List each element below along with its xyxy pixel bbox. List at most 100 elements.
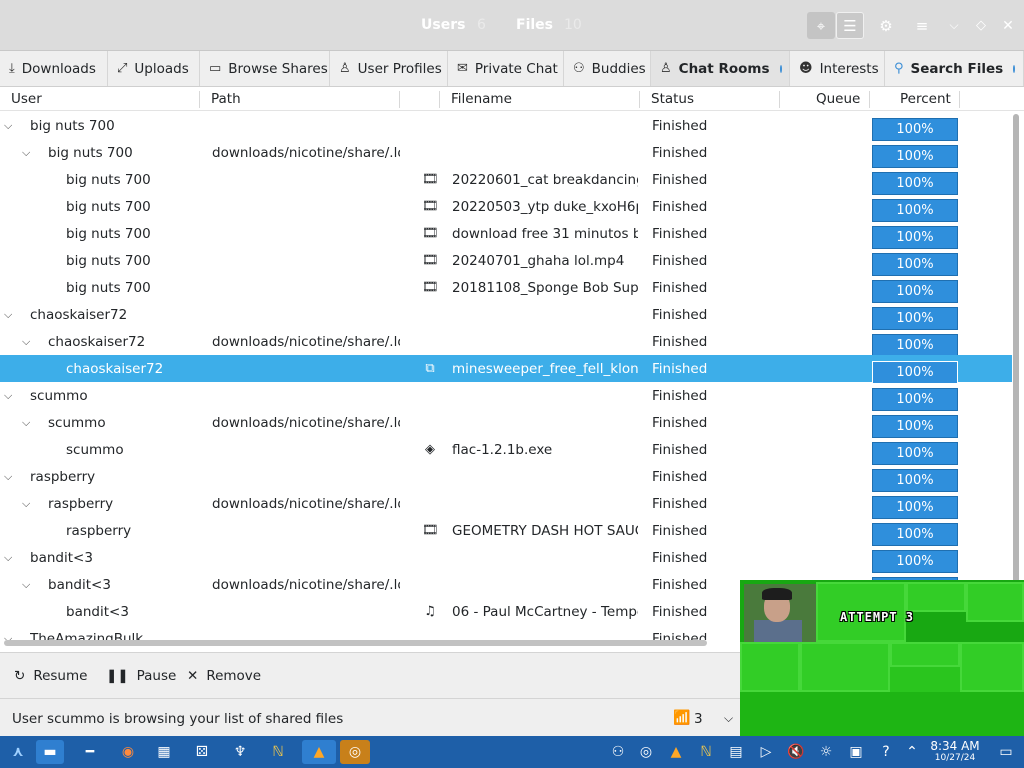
- column-separator[interactable]: [439, 91, 440, 108]
- expander-icon[interactable]: ⌵: [4, 389, 12, 403]
- cell-path: downloads/nicotine/share/.local/: [212, 145, 400, 161]
- help-icon[interactable]: ?: [874, 740, 898, 764]
- column-filename[interactable]: Filename: [451, 91, 512, 107]
- column-separator[interactable]: [869, 91, 870, 108]
- menu-icon[interactable]: ≡: [908, 12, 936, 39]
- column-separator[interactable]: [959, 91, 960, 108]
- table-row[interactable]: ⌵ scummo downloads/nicotine/share/.local/F…: [0, 409, 1012, 438]
- tab-chat-rooms[interactable]: ♙ Chat Rooms: [651, 51, 790, 86]
- cell-status: Finished: [652, 604, 708, 620]
- expander-icon[interactable]: ⌵: [22, 497, 30, 511]
- chevron-up-icon[interactable]: ⌃: [900, 740, 924, 764]
- column-percent[interactable]: Percent: [900, 91, 951, 107]
- pause-button[interactable]: ❚❚ Pause: [106, 668, 176, 684]
- media-play-icon[interactable]: ▷: [754, 740, 778, 764]
- remove-button[interactable]: ✕ Remove: [187, 668, 261, 684]
- start-menu-icon[interactable]: ⋏: [6, 740, 30, 764]
- vlc-tray-icon[interactable]: ▲: [664, 740, 688, 764]
- calculator-icon[interactable]: ▦: [152, 740, 176, 764]
- tab-downloads[interactable]: ⤓ Downloads: [0, 51, 108, 86]
- tab-interests[interactable]: ☻ Interests: [790, 51, 885, 86]
- expander-icon[interactable]: ⌵: [4, 632, 12, 640]
- tab-search-files[interactable]: ⚲ Search Files: [885, 51, 1024, 86]
- table-row[interactable]: big nuts 700 🎞 20181108_Sponge Bob Super Fi…: [0, 274, 1012, 303]
- column-queue[interactable]: Queue: [816, 91, 860, 107]
- expander-icon[interactable]: ⌵: [22, 146, 30, 160]
- table-row[interactable]: big nuts 700 🎞 20240701_ghaha lol.mp4 Finis…: [0, 247, 1012, 276]
- game-icon[interactable]: ⚄: [190, 740, 214, 764]
- horizontal-scrollbar[interactable]: [4, 640, 707, 646]
- vertical-scrollbar[interactable]: [1013, 114, 1019, 634]
- cell-filename: GEOMETRY DASH HOT SAUCE: [452, 523, 638, 539]
- tab-buddies[interactable]: ⚇ Buddies: [564, 51, 651, 86]
- list-icon[interactable]: ☰: [836, 12, 864, 39]
- column-separator[interactable]: [639, 91, 640, 108]
- table-row[interactable]: raspberry 🎞 GEOMETRY DASH HOT SAUCE Finishe…: [0, 517, 1012, 546]
- close-icon[interactable]: ✕: [994, 12, 1022, 39]
- column-separator[interactable]: [199, 91, 200, 108]
- table-row[interactable]: ⌵ big nuts 700 downloads/nicotine/share/.l…: [0, 139, 1012, 168]
- table-row[interactable]: ⌵ chaoskaiser72 downloads/nicotine/share/.…: [0, 328, 1012, 357]
- table-row[interactable]: ⌵ scummo Finished 100%: [0, 382, 1012, 411]
- nicotine-tray-icon[interactable]: ℕ: [694, 740, 718, 764]
- column-status[interactable]: Status: [651, 91, 694, 107]
- header-bar: Users 6 Files 10 ⌖ ☰ ⚙ ≡ ⌵ ◇ ✕: [0, 0, 1024, 51]
- table-row[interactable]: big nuts 700 🎞 20220503_ytp duke_kxoH6pfX F…: [0, 193, 1012, 222]
- column-path[interactable]: Path: [211, 91, 241, 107]
- table-row[interactable]: big nuts 700 🎞 20220601_cat breakdancing f…: [0, 166, 1012, 195]
- table-row[interactable]: ⌵ bandit<3 Finished 100%: [0, 544, 1012, 573]
- tab-browse-shares[interactable]: ▭ Browse Shares: [200, 51, 330, 86]
- tab-label: Interests: [819, 60, 879, 77]
- tab-label: Downloads: [21, 60, 96, 77]
- expander-icon[interactable]: ⌵: [4, 470, 12, 484]
- progress-bar: 100%: [872, 388, 958, 411]
- table-row[interactable]: ⌵ raspberry Finished 100%: [0, 463, 1012, 492]
- resume-button[interactable]: ↻ Resume: [14, 668, 87, 684]
- progress-bar: 100%: [872, 199, 958, 222]
- minimize-icon[interactable]: ⌵: [940, 12, 968, 39]
- table-row[interactable]: scummo ◈ flac-1.2.1b.exe Finished 100%: [0, 436, 1012, 465]
- expander-icon[interactable]: ⌵: [4, 308, 12, 322]
- clipboard-icon[interactable]: ▤: [724, 740, 748, 764]
- clock[interactable]: 8:34 AM 10/27/24: [924, 739, 986, 763]
- vlc-app-icon[interactable]: ▲: [302, 740, 336, 764]
- table-row[interactable]: ⌵ big nuts 700 Finished 100%: [0, 112, 1012, 141]
- table-row[interactable]: big nuts 700 🎞 download free 31 minutos bo…: [0, 220, 1012, 249]
- tab-user-profiles[interactable]: ♙ User Profiles: [330, 51, 448, 86]
- obs-tray-icon[interactable]: ◎: [634, 740, 658, 764]
- settings-icon[interactable]: ⚙: [872, 12, 900, 39]
- table-row[interactable]: chaoskaiser72 ⧉ minesweeper_free_fell_klon…: [0, 355, 1012, 384]
- firefox-icon[interactable]: ◉: [116, 740, 140, 764]
- column-separator[interactable]: [779, 91, 780, 108]
- maximize-icon[interactable]: ◇: [967, 12, 995, 39]
- column-user[interactable]: User: [11, 91, 42, 107]
- terminal-icon[interactable]: ━: [78, 740, 102, 764]
- column-separator[interactable]: [399, 91, 400, 108]
- tab-uploads[interactable]: ⤢ Uploads: [108, 51, 200, 86]
- table-row[interactable]: ⌵ chaoskaiser72 Finished 100%: [0, 301, 1012, 330]
- chevron-down-icon[interactable]: ⌵: [724, 711, 733, 726]
- upload-icon: ⤢: [117, 61, 128, 76]
- users-label: Users: [421, 17, 466, 33]
- expander-icon[interactable]: ⌵: [22, 335, 30, 349]
- expander-icon[interactable]: ⌵: [4, 551, 12, 565]
- locate-icon[interactable]: ⌖: [807, 12, 835, 39]
- notifications-icon[interactable]: ⚇: [606, 740, 630, 764]
- tab-private-chat[interactable]: ✉ Private Chat: [448, 51, 564, 86]
- cell-user: big nuts 700: [66, 226, 151, 242]
- volume-muted-icon[interactable]: 🔇: [784, 740, 808, 764]
- desktop-icon[interactable]: ▬: [36, 740, 64, 764]
- expander-icon[interactable]: ⌵: [22, 578, 30, 592]
- obs-app-icon[interactable]: ◎: [340, 740, 370, 764]
- folder-icon: ▭: [209, 61, 222, 76]
- progress-bar: 100%: [872, 442, 958, 465]
- nicotine-app-icon[interactable]: ℕ: [266, 740, 290, 764]
- alien-icon[interactable]: ♆: [228, 740, 252, 764]
- table-row[interactable]: ⌵ raspberry downloads/nicotine/share/.loca…: [0, 490, 1012, 519]
- expander-icon[interactable]: ⌵: [22, 416, 30, 430]
- save-icon[interactable]: ▣: [844, 740, 868, 764]
- brightness-icon[interactable]: ☼: [814, 740, 838, 764]
- game-block: [890, 642, 960, 667]
- expander-icon[interactable]: ⌵: [4, 119, 12, 133]
- show-desktop-icon[interactable]: ▭: [994, 740, 1018, 764]
